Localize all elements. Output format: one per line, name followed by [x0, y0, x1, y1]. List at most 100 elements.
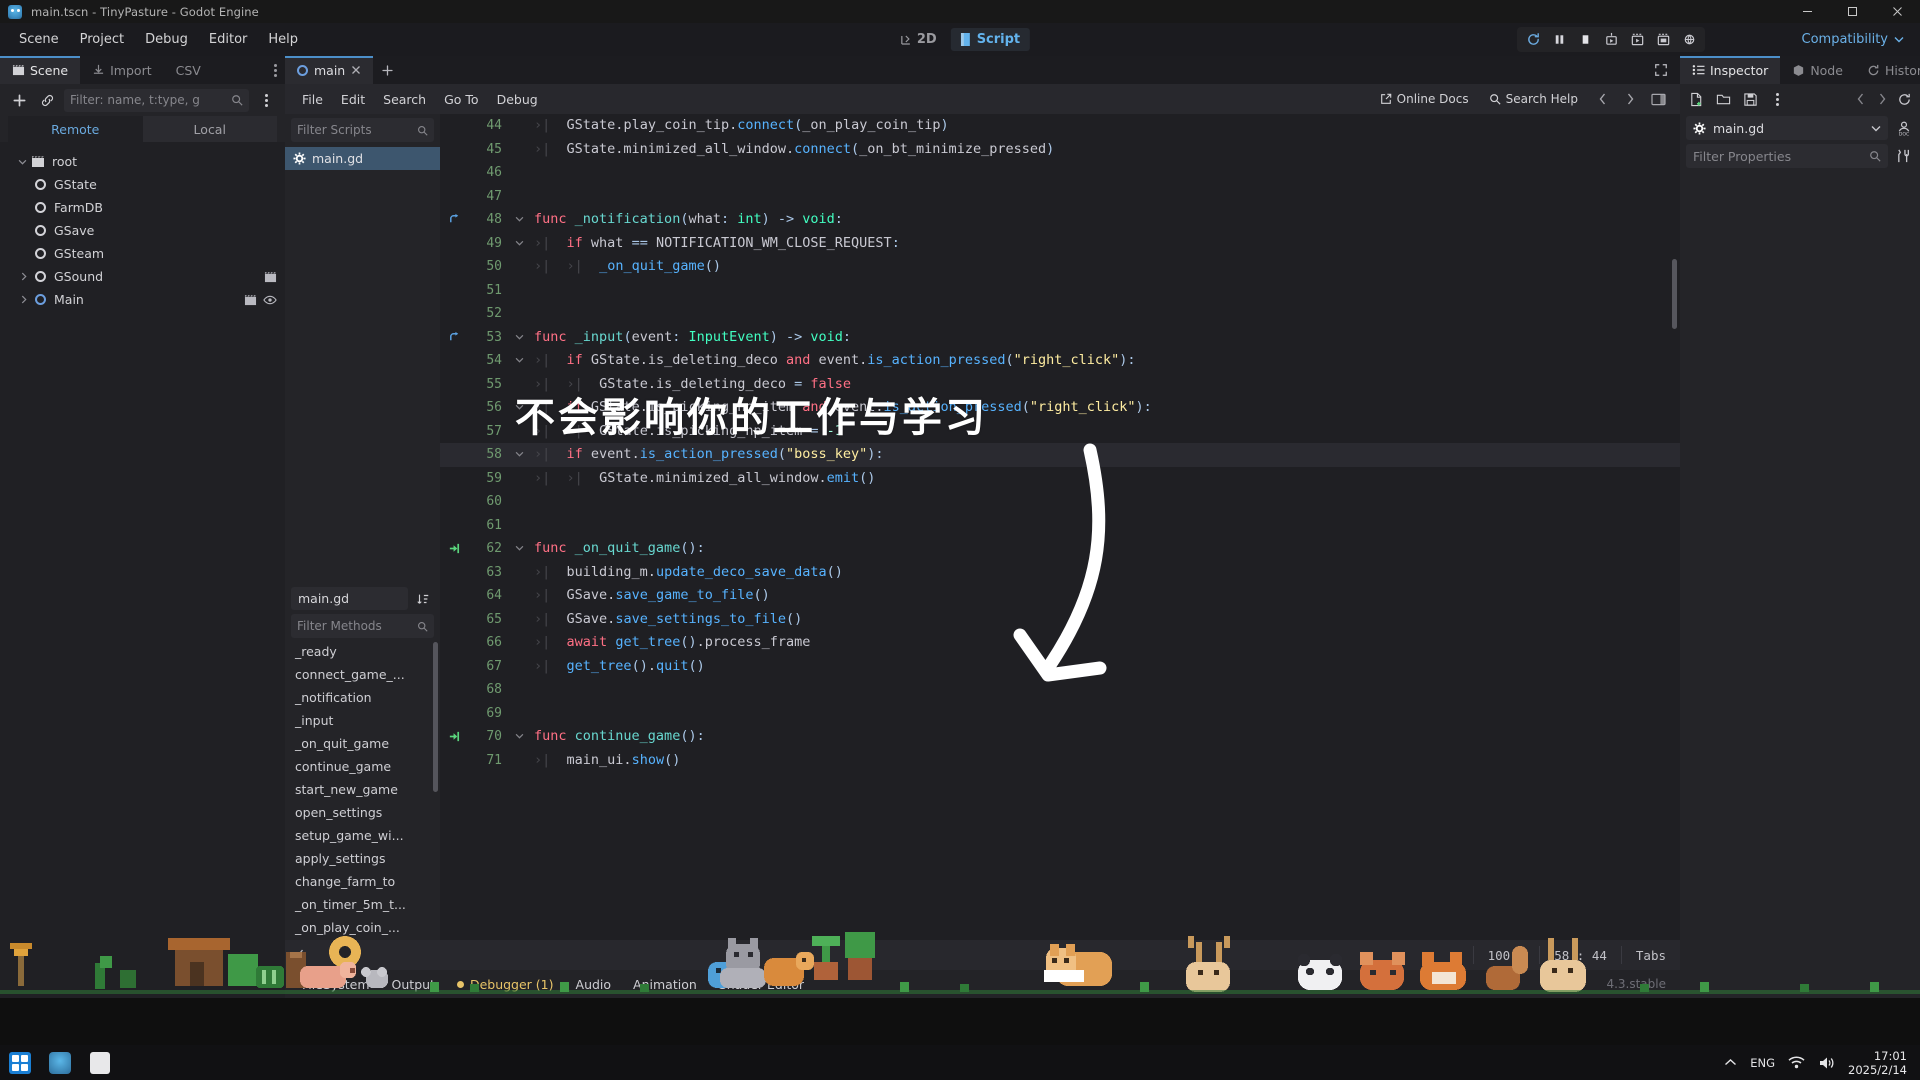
- menu-help[interactable]: Help: [259, 28, 307, 51]
- visibility-icon[interactable]: [263, 294, 277, 306]
- instance-scene-button[interactable]: [36, 89, 58, 111]
- method-item[interactable]: continue_game: [285, 755, 440, 778]
- filter-methods-input[interactable]: Filter Methods: [291, 614, 434, 638]
- indentation-mode[interactable]: Tabs: [1620, 946, 1680, 964]
- tools-icon[interactable]: [1894, 146, 1914, 166]
- inspector-history-icon[interactable]: [1894, 89, 1914, 109]
- bottom-panel-shader-editor[interactable]: Shader Editor: [708, 974, 815, 995]
- add-node-button[interactable]: [8, 89, 30, 111]
- scene-dock-menu-icon[interactable]: [266, 56, 285, 84]
- signal-connection-icon[interactable]: [440, 730, 468, 743]
- bottom-panel-filesystem[interactable]: FileSystem: [291, 974, 381, 995]
- windows-start-icon[interactable]: [0, 1045, 40, 1080]
- tab-scene[interactable]: Scene: [0, 56, 81, 84]
- maximize-icon[interactable]: [1830, 0, 1875, 23]
- chevron-down-icon[interactable]: [14, 159, 30, 165]
- scene-filter-input[interactable]: Filter: name, t:type, g: [64, 88, 249, 112]
- bottom-panel-output[interactable]: Output: [381, 974, 446, 995]
- panel-toggle-icon[interactable]: [1646, 88, 1670, 110]
- menu-editor[interactable]: Editor: [200, 28, 256, 51]
- method-list-scrollbar[interactable]: [433, 642, 438, 792]
- fullscreen-icon[interactable]: [1642, 56, 1680, 84]
- code-scrollbar[interactable]: [1672, 259, 1677, 329]
- bottom-panel-debugger[interactable]: Debugger (1): [446, 974, 565, 995]
- code-fold-toggle[interactable]: [510, 326, 528, 350]
- script-menu-goto[interactable]: Go To: [435, 89, 487, 110]
- tab-local[interactable]: Local: [142, 116, 277, 142]
- method-item[interactable]: change_farm_to: [285, 870, 440, 893]
- chevron-up-icon[interactable]: [1724, 1058, 1737, 1067]
- godot-taskbar-icon[interactable]: [40, 1045, 80, 1080]
- code-fold-toggle[interactable]: [510, 232, 528, 256]
- script-menu-debug[interactable]: Debug: [488, 89, 547, 110]
- code-fold-toggle[interactable]: [510, 349, 528, 373]
- code-line[interactable]: 71 ›| main_ui.show(): [440, 749, 1680, 773]
- filter-properties-input[interactable]: Filter Properties: [1686, 144, 1888, 168]
- code-fold-toggle[interactable]: [510, 443, 528, 467]
- tab-remote[interactable]: Remote: [8, 116, 143, 142]
- code-line[interactable]: 52: [440, 302, 1680, 326]
- close-icon[interactable]: [1875, 0, 1920, 23]
- inspector-prev-button[interactable]: [1850, 89, 1870, 109]
- nav-next-button[interactable]: [1618, 88, 1642, 110]
- method-item[interactable]: _on_timer_5m_t...: [285, 893, 440, 916]
- tree-item-root[interactable]: root: [0, 150, 285, 173]
- tree-item-gsave[interactable]: GSave: [0, 219, 285, 242]
- code-line[interactable]: 44 ›| GState.play_coin_tip.connect(_on_pl…: [440, 114, 1680, 138]
- stop-icon[interactable]: [1573, 28, 1597, 51]
- code-line[interactable]: 49 ›| if what == NOTIFICATION_WM_CLOSE_RE…: [440, 232, 1680, 256]
- code-line[interactable]: 48 func _notification(what: int) -> void:: [440, 208, 1680, 232]
- script-menu-file[interactable]: File: [293, 89, 332, 110]
- nav-prev-button[interactable]: [1590, 88, 1614, 110]
- chevron-right-icon[interactable]: [16, 272, 32, 281]
- tree-item-gsteam[interactable]: GSteam: [0, 242, 285, 265]
- zoom-level[interactable]: 100 %: [1472, 946, 1540, 964]
- chevron-right-icon[interactable]: [16, 295, 32, 304]
- scene-tree-menu-icon[interactable]: [255, 89, 277, 111]
- run-project-icon[interactable]: [1521, 28, 1545, 51]
- scene-file-icon[interactable]: [264, 271, 277, 283]
- code-fold-toggle[interactable]: [510, 537, 528, 561]
- bottom-panel-animation[interactable]: Animation: [622, 974, 708, 995]
- tab-history[interactable]: History: [1855, 56, 1920, 84]
- tree-item-gstate[interactable]: GState: [0, 173, 285, 196]
- online-docs-button[interactable]: Online Docs: [1372, 89, 1477, 109]
- menu-project[interactable]: Project: [71, 28, 133, 51]
- taskbar-clock[interactable]: 17:01 2025/2/14: [1848, 1049, 1907, 1077]
- method-item[interactable]: _on_play_coin_...: [285, 916, 440, 939]
- filter-scripts-input[interactable]: Filter Scripts: [291, 118, 434, 142]
- code-line[interactable]: 50 ›| ›| _on_quit_game(): [440, 255, 1680, 279]
- open-docs-icon[interactable]: DOC: [1894, 118, 1914, 138]
- scene-file-icon[interactable]: [244, 294, 257, 306]
- inspector-resource-selector[interactable]: main.gd: [1686, 116, 1888, 140]
- search-help-button[interactable]: Search Help: [1481, 89, 1586, 109]
- script-menu-edit[interactable]: Edit: [332, 89, 374, 110]
- sort-icon[interactable]: [412, 588, 434, 610]
- tab-script[interactable]: Script: [950, 28, 1031, 51]
- tab-import[interactable]: Import: [80, 56, 164, 84]
- method-item[interactable]: connect_game_...: [285, 663, 440, 686]
- code-line[interactable]: 46: [440, 161, 1680, 185]
- new-script-tab-button[interactable]: [373, 56, 401, 84]
- tree-item-gsound[interactable]: GSound: [0, 265, 285, 288]
- code-line[interactable]: 45 ›| GState.minimized_all_window.connect…: [440, 138, 1680, 162]
- line-column-indicator[interactable]: 58 : 44: [1539, 946, 1621, 964]
- code-line[interactable]: 53 func _input(event: InputEvent) -> void…: [440, 326, 1680, 350]
- code-line[interactable]: 47: [440, 185, 1680, 209]
- chevron-down-icon[interactable]: [1871, 125, 1881, 132]
- signal-connection-icon[interactable]: [440, 542, 468, 555]
- volume-icon[interactable]: [1818, 1056, 1835, 1070]
- movie-writer-icon[interactable]: [1651, 28, 1675, 51]
- browser-taskbar-icon[interactable]: [80, 1045, 120, 1080]
- close-icon[interactable]: [351, 65, 361, 75]
- resource-menu-icon[interactable]: [1767, 89, 1787, 109]
- remote-debug-icon[interactable]: [1677, 28, 1701, 51]
- menu-scene[interactable]: Scene: [10, 28, 68, 51]
- override-method-icon[interactable]: [440, 213, 468, 226]
- run-current-scene-icon[interactable]: [1599, 28, 1623, 51]
- method-item[interactable]: _ready: [285, 640, 440, 663]
- tab-inspector[interactable]: Inspector: [1680, 56, 1781, 84]
- tree-item-farmdb[interactable]: FarmDB: [0, 196, 285, 219]
- minimize-icon[interactable]: [1785, 0, 1830, 23]
- tab-2d[interactable]: 2D: [890, 28, 947, 51]
